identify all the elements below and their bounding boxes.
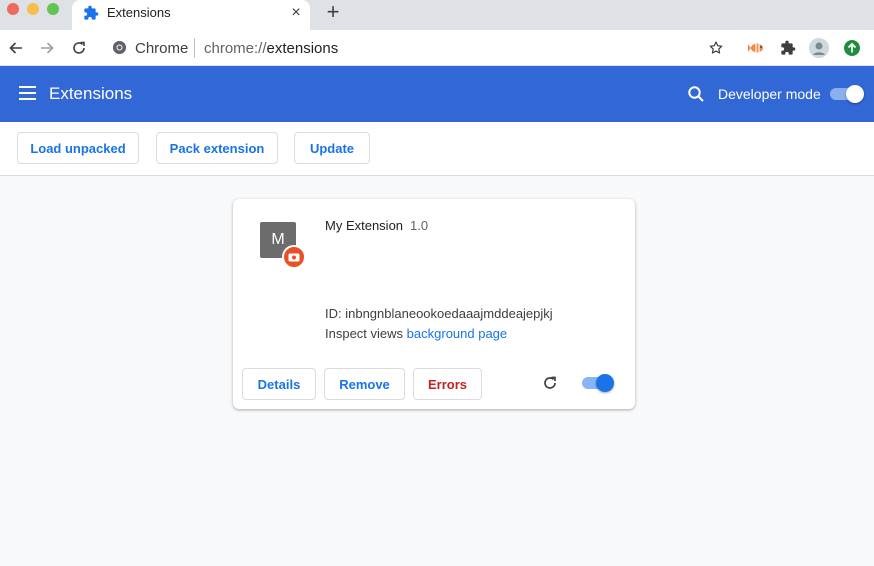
zoom-window-button[interactable] <box>47 3 59 15</box>
url-scheme: chrome:// <box>204 40 267 57</box>
minimize-window-button[interactable] <box>27 3 39 15</box>
close-window-button[interactable] <box>7 3 19 15</box>
pack-extension-button[interactable]: Pack extension <box>156 132 278 164</box>
extension-enable-toggle[interactable] <box>582 374 614 392</box>
back-button[interactable] <box>6 38 26 58</box>
address-divider <box>194 38 195 58</box>
menu-button[interactable] <box>19 86 36 100</box>
load-unpacked-button[interactable]: Load unpacked <box>17 132 139 164</box>
extension-card-footer: Details Remove Errors <box>233 361 635 409</box>
toggle-knob <box>596 374 614 392</box>
camera-icon <box>288 253 300 262</box>
tab-title: Extensions <box>107 5 171 20</box>
hamburger-line <box>19 98 36 100</box>
chrome-logo-icon <box>112 40 127 55</box>
reload-extension-icon[interactable] <box>542 375 558 391</box>
reload-button[interactable] <box>69 38 89 58</box>
extensions-header: Extensions Developer mode <box>0 66 874 122</box>
extension-version: 1.0 <box>410 218 429 233</box>
new-tab-button[interactable]: + <box>322 1 344 24</box>
remove-button[interactable]: Remove <box>324 368 405 400</box>
developer-mode-label: Developer mode <box>718 86 821 102</box>
arrow-left-icon <box>9 42 22 54</box>
tab-close-button[interactable]: × <box>288 5 304 21</box>
page-title: Extensions <box>49 84 133 103</box>
avatar <box>809 38 829 58</box>
forward-button[interactable] <box>37 38 57 58</box>
puzzle-icon <box>84 5 99 20</box>
hamburger-line <box>19 92 36 94</box>
update-chrome-button[interactable] <box>842 38 862 58</box>
fish-icon <box>748 43 763 53</box>
details-button[interactable]: Details <box>242 368 316 400</box>
hamburger-line <box>19 86 36 88</box>
extension-id: ID: inbngnblaneookoedaaajmddeajepjkj <box>325 306 553 321</box>
star-icon <box>709 41 723 54</box>
extension-action-button[interactable] <box>747 38 767 58</box>
update-button[interactable]: Update <box>294 132 370 164</box>
errors-button[interactable]: Errors <box>413 368 482 400</box>
profile-avatar-button[interactable] <box>809 38 829 58</box>
tab-extensions[interactable]: Extensions × <box>72 0 310 30</box>
puzzle-icon <box>781 40 796 55</box>
reload-icon <box>73 41 85 54</box>
tab-strip: Extensions × + <box>0 0 874 30</box>
site-label: Chrome <box>135 40 189 57</box>
url-text[interactable]: chrome://extensions <box>204 40 338 57</box>
address-bar[interactable]: Chrome chrome://extensions <box>104 34 694 62</box>
arrow-up-circle-icon <box>844 40 860 56</box>
developer-mode-toggle[interactable] <box>830 85 864 103</box>
url-path: extensions <box>266 40 339 57</box>
arrow-right-icon <box>41 42 54 54</box>
search-icon[interactable] <box>687 85 705 103</box>
toggle-knob <box>846 85 864 103</box>
extensions-menu-button[interactable] <box>778 38 798 58</box>
developer-action-bar: Load unpacked Pack extension Update <box>0 122 874 176</box>
policy-badge-icon <box>282 245 306 269</box>
browser-toolbar: Chrome chrome://extensions <box>0 30 874 66</box>
bookmark-button[interactable] <box>706 38 726 58</box>
extension-name: My Extension <box>325 218 404 233</box>
background-page-link[interactable]: background page <box>407 326 507 341</box>
inspect-views-label: Inspect views <box>325 326 404 341</box>
extension-card: M My Extension 1.0 ID: inbngnblaneookoed… <box>233 199 635 409</box>
inspect-views-row: Inspect views background page <box>325 326 507 341</box>
